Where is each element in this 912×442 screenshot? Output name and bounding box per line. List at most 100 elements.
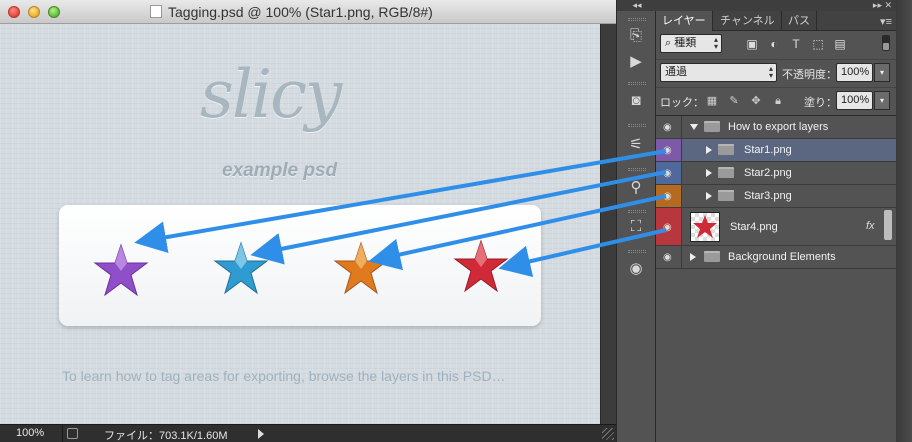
document-icon [150,5,162,18]
layer-name: Background Elements [728,251,836,263]
tab-channels[interactable]: チャンネル [714,11,782,31]
visibility-toggle[interactable]: ◉ [656,185,682,207]
visibility-toggle[interactable]: ◉ [656,208,682,245]
dock-grip[interactable] [628,82,646,85]
opacity-input[interactable]: 100% [836,63,873,82]
actions-play-icon[interactable]: ▶ [625,52,647,72]
slicy-icon[interactable]: ◉ [625,259,647,279]
layer-name: Star4.png [730,220,778,233]
export-icon[interactable] [67,428,78,439]
eye-icon: ◉ [663,191,672,202]
canvas[interactable]: slicy example psd To learn how to tag ar… [0,24,600,424]
dock-grip[interactable] [628,210,646,213]
folder-icon [718,144,734,155]
layer-name: Star1.png [744,144,792,156]
select-arrows-icon: ▴ ▾ [713,35,718,51]
pixel-filter-icon[interactable]: ▣ [744,36,760,52]
folder-icon [704,121,720,132]
stars-card [59,205,541,326]
smart-object-filter-icon[interactable]: ▤ [832,36,848,52]
layers-panel: ▸▸ ✕ レイヤー チャンネル パス ▾≡ ⌕ 種類 ▴ ▾ ▣ ◐ T ⬚ ▤ 通… [656,0,896,442]
expand-arrow-icon[interactable] [706,169,712,177]
status-divider [62,425,63,442]
fill-input[interactable]: 100% [836,91,873,110]
zoom-button[interactable] [48,6,60,18]
shape-filter-icon[interactable]: ⬚ [810,36,826,52]
resize-grip-icon[interactable] [602,428,614,440]
status-menu-arrow-icon[interactable] [258,429,264,439]
layer-name: How to export layers [728,121,829,133]
type-filter-icon[interactable]: T [788,36,804,52]
dock-grip[interactable] [628,18,646,21]
layer-row[interactable]: ◉ How to export layers [656,116,896,139]
hint-text: To learn how to tag areas for exporting,… [62,368,506,384]
fill-dropdown-icon[interactable]: ▾ [874,91,890,110]
layer-row[interactable]: ◉ Background Elements [656,246,896,269]
folder-icon [718,190,734,201]
adjustments-icon[interactable]: ⚟ [625,135,647,155]
folder-icon [718,167,734,178]
layers-scrollbar-thumb[interactable] [884,210,892,240]
orange-star-icon [333,241,389,295]
dock-grip[interactable] [628,168,646,171]
lock-transparent-icon[interactable]: ▦ [706,95,718,107]
camera-icon[interactable]: ◙ [625,91,647,111]
collapse-arrow-icon[interactable] [690,124,698,130]
dock-grip[interactable] [628,124,646,127]
panel-collapse-icon[interactable]: ▸▸ ✕ [656,0,896,11]
history-icon[interactable]: ⎘ [625,26,647,46]
layer-row[interactable]: ◉ Star2.png [656,162,896,185]
collapse-dock-icon[interactable]: ◂◂ [617,0,657,11]
layer-row[interactable]: ◉ Star4.png fx [656,208,896,246]
visibility-toggle[interactable]: ◉ [656,162,682,184]
visibility-toggle[interactable]: ◉ [656,116,682,138]
dock-grip[interactable] [628,250,646,253]
window-title: Tagging.psd @ 100% (Star1.png, RGB/8#) [150,4,433,20]
tab-layers[interactable]: レイヤー [656,11,713,31]
red-star-icon [453,239,509,293]
lock-label: ロック： [660,97,704,109]
blend-mode-value: 通過 [665,66,687,78]
lock-all-icon[interactable]: 🔒︎ [772,95,784,107]
expand-arrow-icon[interactable] [706,146,712,154]
filter-toggle[interactable] [882,35,890,51]
transform-icon[interactable]: ⛶ [625,217,647,237]
blend-mode-select[interactable]: 通過 ▴ ▾ [660,63,777,82]
title-bar[interactable]: Tagging.psd @ 100% (Star1.png, RGB/8#) [0,0,616,24]
expand-arrow-icon[interactable] [706,192,712,200]
layer-effects-icon[interactable]: fx [866,220,875,232]
panel-menu-icon[interactable]: ▾≡ [880,15,892,28]
filter-type-select[interactable]: ⌕ 種類 ▴ ▾ [660,34,722,53]
file-info: ファイル：703.1K/1.60M [104,430,228,442]
document-window: Tagging.psd @ 100% (Star1.png, RGB/8#) s… [0,0,616,442]
layer-name: Star3.png [744,190,792,202]
layer-row[interactable]: ◉ Star3.png [656,185,896,208]
lock-pixels-icon[interactable]: ✎ [728,95,740,107]
adjustment-filter-icon[interactable]: ◐ [766,36,782,52]
layers-list: ◉ How to export layers ◉ Star1.png ◉ Sta… [656,115,896,415]
eye-icon: ◉ [663,252,672,263]
status-bar: 100% ファイル：703.1K/1.60M [0,424,616,442]
opacity-dropdown-icon[interactable]: ▾ [874,63,890,82]
minimize-button[interactable] [28,6,40,18]
logo-subtitle: example psd [222,160,338,181]
brushes-icon[interactable]: ⚲ [625,178,647,198]
layer-name: Star2.png [744,167,792,179]
visibility-toggle[interactable]: ◉ [656,246,682,268]
zoom-level[interactable]: 100% [16,427,44,439]
tab-paths[interactable]: パス [782,11,817,31]
close-button[interactable] [8,6,20,18]
layer-row[interactable]: ◉ Star1.png [656,139,896,162]
slicy-logo: slicy [200,56,342,133]
eye-icon: ◉ [663,168,672,179]
folder-icon [704,251,720,262]
lock-row: ロック： ▦ ✎ ✥ 🔒︎ 塗り： 100% ▾ [656,87,896,113]
filter-type-label: 種類 [674,37,697,49]
eye-icon: ◉ [663,145,672,156]
lock-position-icon[interactable]: ✥ [750,95,762,107]
vertical-scrollbar[interactable] [600,24,616,424]
layer-thumbnail [690,212,720,242]
expand-arrow-icon[interactable] [690,253,696,261]
eye-icon: ◉ [663,122,672,133]
visibility-toggle[interactable]: ◉ [656,139,682,161]
